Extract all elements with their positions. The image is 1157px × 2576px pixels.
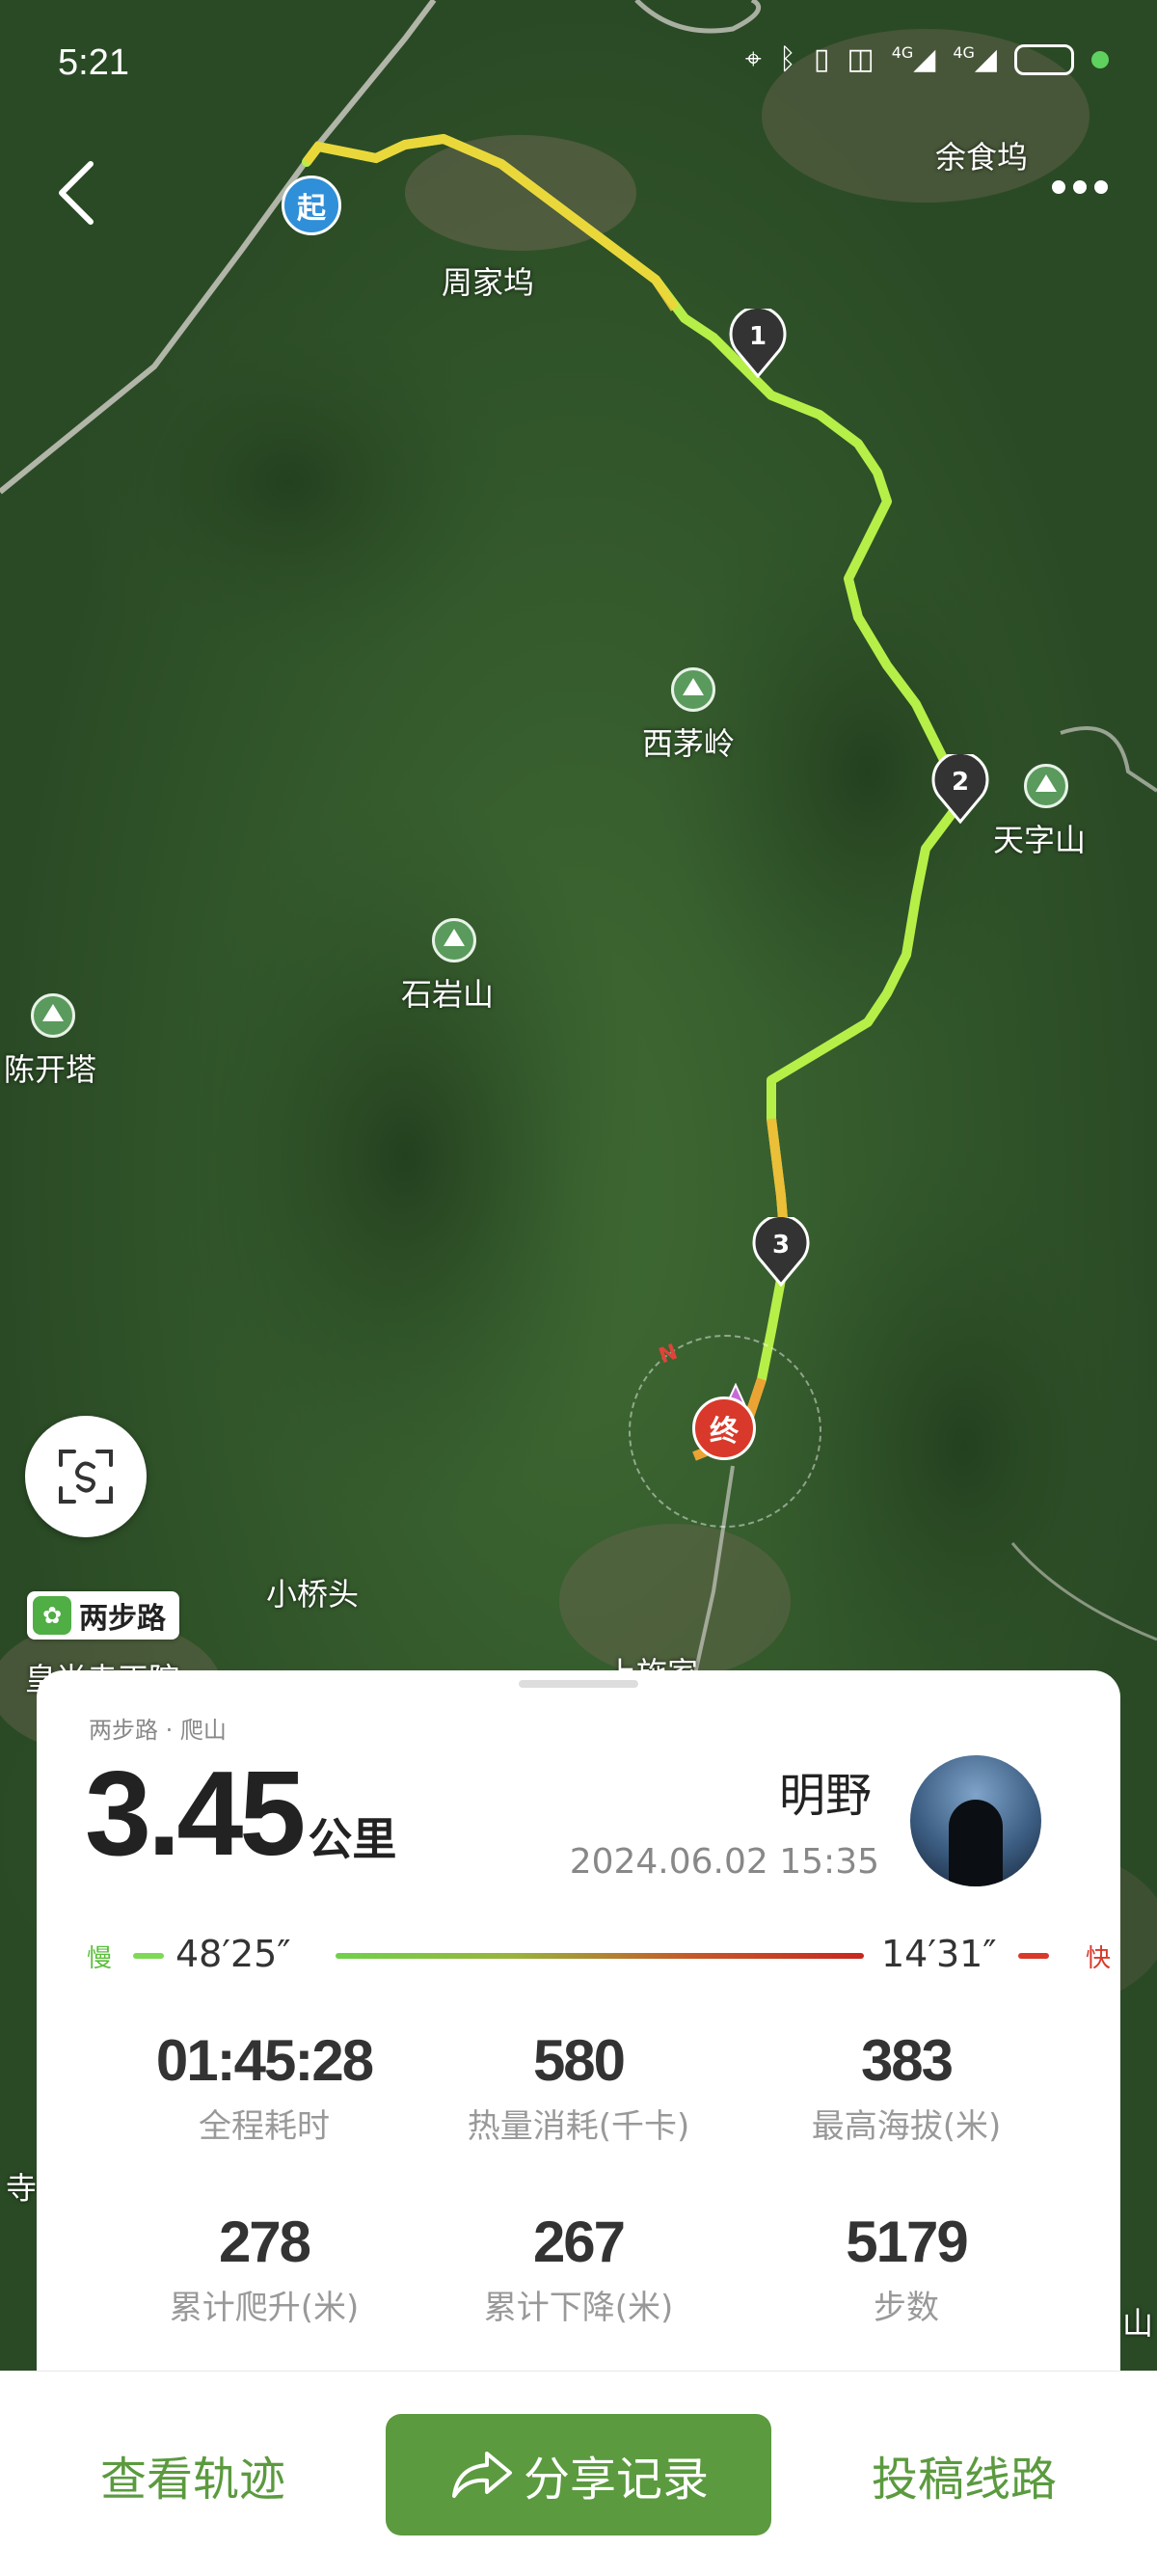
- stat-steps: 5179 步数: [733, 2209, 1080, 2328]
- share-record-button[interactable]: 分享记录: [386, 2414, 771, 2535]
- back-button[interactable]: [48, 154, 106, 231]
- pace-fast-swatch: [1018, 1953, 1049, 1959]
- map-label-shiyanshan: 石岩山: [401, 976, 495, 1013]
- record-date: 2024.06.02 15:35: [569, 1842, 879, 1882]
- drag-handle[interactable]: [519, 1680, 638, 1688]
- stat-calories: 580 热量消耗(千卡): [405, 2027, 752, 2147]
- stat-value: 267: [532, 2210, 626, 2274]
- stat-total-ascent: 278 累计爬升(米): [91, 2209, 438, 2328]
- mountain-icon: [31, 993, 75, 1038]
- signal-icon: 4G◢: [953, 42, 997, 76]
- stat-label: 累计爬升(米): [169, 2289, 360, 2327]
- start-marker[interactable]: 起: [282, 176, 341, 235]
- start-marker-label: 起: [297, 192, 326, 226]
- checkpoint-marker-2[interactable]: 2: [931, 750, 989, 825]
- battery-icon: [1014, 43, 1074, 75]
- status-bar: 5:21 ⌖ ᛒ ▯ ◫ 4G◢ 4G◢: [0, 0, 1157, 135]
- map-label-ximaoling: 西茅岭: [642, 725, 736, 762]
- stat-label: 最高海拔(米): [811, 2107, 1002, 2146]
- end-marker-label: 终: [710, 1415, 739, 1449]
- brand-name: 两步路: [79, 1602, 166, 1636]
- map-label-yushiwu: 余食坞: [935, 139, 1029, 176]
- stat-max-altitude: 383 最高海拔(米): [733, 2027, 1080, 2147]
- stat-value: 383: [860, 2028, 954, 2093]
- signal-icon: 4G◢: [891, 42, 936, 76]
- stat-label: 热量消耗(千卡): [467, 2107, 690, 2146]
- vibrate-icon: ▯: [813, 42, 830, 76]
- checkpoint-label: 2: [951, 768, 970, 797]
- pace-slow-label: 慢: [87, 1944, 113, 1973]
- checkpoint-label: 1: [748, 322, 767, 351]
- mountain-icon: [671, 667, 715, 712]
- view-track-button[interactable]: 查看轨迹: [58, 2414, 328, 2535]
- pace-fast-label: 快: [1085, 1944, 1111, 1973]
- stat-value: 01:45:28: [155, 2028, 374, 2093]
- share-record-label: 分享记录: [523, 2453, 709, 2507]
- checkpoint-label: 3: [771, 1231, 791, 1260]
- stat-total-time: 01:45:28 全程耗时: [91, 2027, 438, 2147]
- stat-label: 累计下降(米): [483, 2289, 674, 2327]
- location-icon: ⌖: [744, 42, 762, 76]
- pace-gradient-bar: [336, 1953, 864, 1959]
- stat-value: 5179: [846, 2210, 968, 2274]
- end-marker[interactable]: 终: [692, 1396, 756, 1460]
- share-arrow-icon: [451, 2452, 512, 2498]
- map-label-shan: 山: [1122, 2305, 1154, 2342]
- record-summary-card: 两步路 · 爬山 3.45 公里 明野 2024.06.02 15:35 慢 4…: [37, 1670, 1120, 2371]
- brand-tag: ✿ 两步路: [27, 1591, 179, 1640]
- status-icons: ⌖ ᛒ ▯ ◫ 4G◢ 4G◢: [745, 42, 1109, 76]
- chevron-left-icon: [59, 161, 94, 225]
- bottom-action-bar: 查看轨迹 分享记录 投稿线路: [0, 2371, 1157, 2576]
- more-button[interactable]: [1041, 170, 1118, 204]
- stat-value: 278: [218, 2210, 311, 2274]
- avatar[interactable]: [910, 1755, 1041, 1886]
- distance: 3.45 公里: [85, 1746, 396, 1883]
- pace-fast-value: 14′31″: [881, 1933, 997, 1975]
- stat-total-descent: 267 累计下降(米): [405, 2209, 752, 2328]
- stat-label: 全程耗时: [199, 2107, 330, 2146]
- map-label-si: 寺: [6, 2170, 38, 2207]
- submit-route-button[interactable]: 投稿线路: [829, 2414, 1099, 2535]
- map-label-zhoujiawu: 周家坞: [442, 264, 535, 301]
- map-label-xiaoqiaotou: 小桥头: [266, 1576, 360, 1613]
- more-dots-icon: [1052, 180, 1108, 194]
- scan-button[interactable]: [25, 1416, 147, 1537]
- nfc-icon: ◫: [847, 42, 874, 76]
- pace-slow-value: 48′25″: [175, 1933, 291, 1975]
- pace-slow-swatch: [133, 1953, 164, 1959]
- checkpoint-marker-3[interactable]: 3: [752, 1213, 810, 1288]
- user-name: 明野: [778, 1769, 872, 1823]
- status-time: 5:21: [58, 42, 129, 83]
- pace-legend: 慢 48′25″ 14′31″ 快: [87, 1933, 1111, 1975]
- distance-unit: 公里: [308, 1813, 397, 1865]
- stat-value: 580: [532, 2028, 626, 2093]
- mountain-icon: [432, 918, 476, 963]
- map-label-tianzishan: 天字山: [993, 822, 1087, 858]
- notification-dot-icon: [1091, 50, 1109, 68]
- map-label-chenkaita: 陈开塔: [4, 1051, 97, 1088]
- distance-value: 3.45: [85, 1748, 306, 1881]
- activity-breadcrumb: 两步路 · 爬山: [89, 1717, 227, 1744]
- brand-logo-icon: ✿: [33, 1596, 71, 1635]
- checkpoint-marker-1[interactable]: 1: [729, 305, 787, 379]
- mountain-icon: [1024, 764, 1068, 808]
- stat-label: 步数: [874, 2289, 939, 2327]
- bluetooth-icon: ᛒ: [778, 42, 796, 76]
- scan-track-icon: [59, 1450, 113, 1504]
